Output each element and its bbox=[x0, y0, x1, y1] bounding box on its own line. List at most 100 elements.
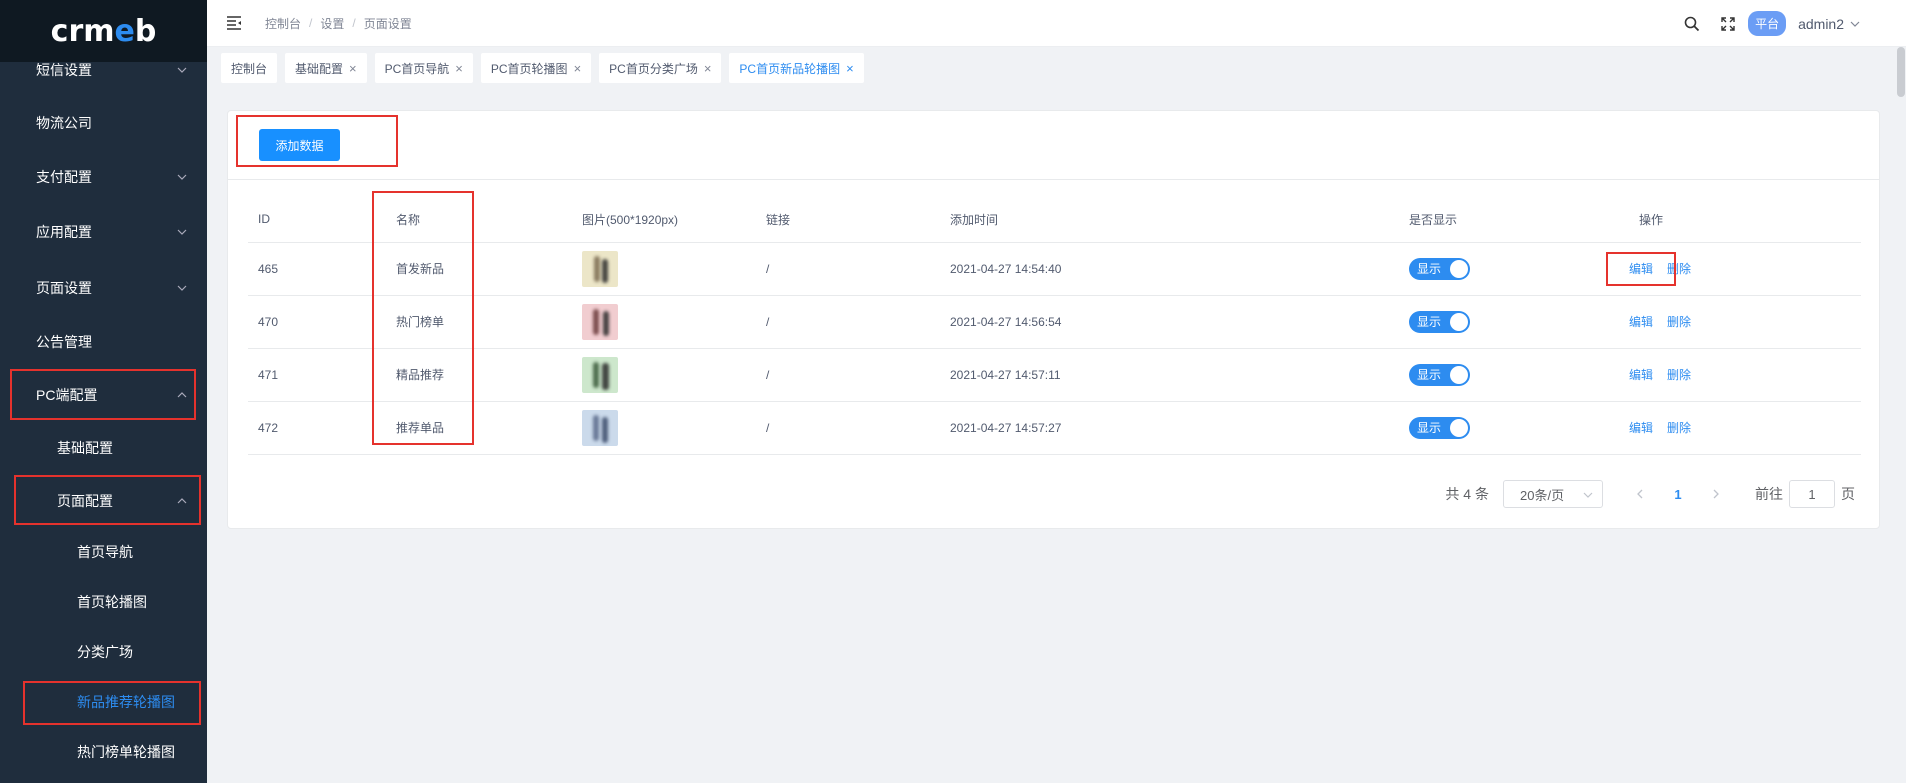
close-icon[interactable]: × bbox=[349, 61, 357, 76]
delete-link[interactable]: 删除 bbox=[1667, 315, 1691, 329]
cell-id: 465 bbox=[248, 242, 386, 296]
tab-pc-carousel[interactable]: PC首页轮播图 × bbox=[480, 53, 592, 83]
tab-pc-nav[interactable]: PC首页导航 × bbox=[374, 53, 473, 83]
sidebar-item-new-carousel[interactable]: 新品推荐轮播图 bbox=[0, 677, 207, 727]
search-icon[interactable] bbox=[1684, 16, 1700, 32]
sidebar-item-home-carousel[interactable]: 首页轮播图 bbox=[0, 577, 207, 627]
thumbnail-image[interactable] bbox=[582, 409, 618, 446]
chevron-down-icon bbox=[177, 172, 187, 182]
cell-image bbox=[572, 295, 756, 349]
sidebar-item-hot-carousel[interactable]: 热门榜单轮播图 bbox=[0, 727, 207, 777]
cell-actions: 编辑 删除 bbox=[1629, 242, 1861, 296]
column-header: 是否显示 bbox=[1399, 197, 1629, 243]
close-icon[interactable]: × bbox=[574, 61, 582, 76]
sidebar-item-label: 热门榜单轮播图 bbox=[77, 744, 175, 760]
thumbnail-image[interactable] bbox=[582, 303, 618, 340]
chevron-down-icon bbox=[1850, 21, 1860, 27]
sidebar-item-sms[interactable]: 短信设置 bbox=[0, 44, 207, 96]
tab-dashboard[interactable]: 控制台 bbox=[221, 53, 278, 83]
cell-name: 推荐单品 bbox=[386, 401, 572, 455]
data-table: ID 名称 图片(500*1920px) 链接 添加时间 是否显示 操作 465… bbox=[248, 197, 1861, 455]
add-data-button[interactable]: 添加数据 bbox=[259, 129, 340, 161]
breadcrumb: 控制台 / 设置 / 页面设置 bbox=[265, 15, 412, 32]
breadcrumb-separator: / bbox=[309, 16, 313, 30]
sidebar-item-notice[interactable]: 公告管理 bbox=[0, 315, 207, 368]
edit-link[interactable]: 编辑 bbox=[1629, 421, 1653, 435]
cell-link: / bbox=[756, 401, 940, 455]
table-row: 465 首发新品 / 2021-04-27 14:54:40 显示 编辑 删除 bbox=[248, 242, 1861, 296]
goto-prefix: 前往 bbox=[1755, 486, 1783, 502]
cell-link: / bbox=[756, 348, 940, 402]
close-icon[interactable]: × bbox=[704, 61, 712, 76]
delete-link[interactable]: 删除 bbox=[1667, 421, 1691, 435]
next-page-button[interactable] bbox=[1701, 486, 1731, 502]
content-card: 添加数据 ID 名称 图片(500*1920px) 链接 添加时间 是否显示 操… bbox=[227, 110, 1880, 529]
tabs-bar: 控制台 基础配置 × PC首页导航 × PC首页轮播图 × PC首页分类广场 × PC首… bbox=[207, 47, 1906, 89]
app-root: crmeb 短信设置 物流公司 支付配置 应用配置 页面设置 公告管理 PC端配… bbox=[0, 0, 1906, 783]
tab-pc-new-carousel[interactable]: PC首页新品轮播图 × bbox=[729, 53, 864, 83]
edit-link[interactable]: 编辑 bbox=[1629, 262, 1653, 276]
chevron-down-icon bbox=[1583, 492, 1593, 498]
toggle-knob bbox=[1450, 418, 1468, 437]
sidebar: crmeb 短信设置 物流公司 支付配置 应用配置 页面设置 公告管理 PC端配… bbox=[0, 0, 207, 783]
show-toggle[interactable]: 显示 bbox=[1409, 310, 1470, 333]
scrollbar-thumb[interactable] bbox=[1897, 47, 1905, 97]
delete-link[interactable]: 删除 bbox=[1667, 368, 1691, 382]
sidebar-item-category-square[interactable]: 分类广场 bbox=[0, 627, 207, 677]
menu-fold-icon[interactable] bbox=[225, 14, 243, 32]
sidebar-item-home-nav[interactable]: 首页导航 bbox=[0, 527, 207, 577]
sidebar-item-logistics[interactable]: 物流公司 bbox=[0, 96, 207, 149]
show-toggle[interactable]: 显示 bbox=[1409, 363, 1470, 386]
thumbnail-image[interactable] bbox=[582, 356, 618, 393]
sidebar-item-page-settings[interactable]: 页面设置 bbox=[0, 260, 207, 315]
cell-show: 显示 bbox=[1399, 348, 1629, 402]
goto-page-input[interactable] bbox=[1789, 480, 1835, 508]
chevron-up-icon bbox=[177, 390, 187, 400]
page-size-select[interactable]: 20条/页 bbox=[1503, 480, 1603, 508]
user-menu[interactable]: admin2 bbox=[1798, 16, 1860, 32]
sidebar-item-page-config[interactable]: 页面配置 bbox=[0, 474, 207, 527]
sidebar-item-payment[interactable]: 支付配置 bbox=[0, 149, 207, 204]
delete-link[interactable]: 删除 bbox=[1667, 262, 1691, 276]
cell-show: 显示 bbox=[1399, 242, 1629, 296]
chevron-left-icon bbox=[1637, 489, 1643, 499]
cell-actions: 编辑 删除 bbox=[1629, 401, 1861, 455]
breadcrumb-item[interactable]: 设置 bbox=[320, 15, 344, 32]
tab-pc-category[interactable]: PC首页分类广场 × bbox=[599, 53, 722, 83]
cell-id: 470 bbox=[248, 295, 386, 349]
sidebar-item-label: PC端配置 bbox=[36, 386, 98, 403]
platform-badge: 平台 bbox=[1748, 11, 1787, 36]
tab-label: PC首页分类广场 bbox=[609, 61, 698, 76]
sidebar-item-basic-config[interactable]: 基础配置 bbox=[0, 421, 207, 474]
prev-page-button[interactable] bbox=[1625, 486, 1655, 502]
edit-link[interactable]: 编辑 bbox=[1629, 315, 1653, 329]
tab-label: 控制台 bbox=[231, 61, 268, 76]
toggle-knob bbox=[1450, 312, 1468, 331]
sidebar-item-label: 支付配置 bbox=[36, 168, 92, 185]
sidebar-item-pc-config[interactable]: PC端配置 bbox=[0, 368, 207, 421]
table-header-row: ID 名称 图片(500*1920px) 链接 添加时间 是否显示 操作 bbox=[248, 197, 1861, 243]
page-number[interactable]: 1 bbox=[1655, 487, 1701, 502]
edit-link[interactable]: 编辑 bbox=[1629, 368, 1653, 382]
show-toggle[interactable]: 显示 bbox=[1409, 416, 1470, 439]
cell-link: / bbox=[756, 295, 940, 349]
breadcrumb-item[interactable]: 控制台 bbox=[265, 15, 301, 32]
tab-basic-config[interactable]: 基础配置 × bbox=[285, 53, 367, 83]
cell-actions: 编辑 删除 bbox=[1629, 295, 1861, 349]
column-header: 操作 bbox=[1629, 197, 1861, 243]
fullscreen-icon[interactable] bbox=[1720, 16, 1736, 32]
toggle-label: 显示 bbox=[1417, 421, 1442, 435]
column-header: 名称 bbox=[386, 197, 572, 243]
cell-name: 精品推荐 bbox=[386, 348, 572, 402]
close-icon[interactable]: × bbox=[846, 61, 854, 76]
scrollbar-track[interactable] bbox=[1896, 47, 1906, 783]
sidebar-menu: 短信设置 物流公司 支付配置 应用配置 页面设置 公告管理 PC端配置 基础配置… bbox=[0, 44, 207, 777]
cell-time: 2021-04-27 14:56:54 bbox=[940, 295, 1399, 349]
sidebar-item-label: 分类广场 bbox=[77, 644, 133, 660]
sidebar-item-label: 基础配置 bbox=[57, 439, 113, 456]
sidebar-item-app-config[interactable]: 应用配置 bbox=[0, 204, 207, 260]
thumbnail-image[interactable] bbox=[582, 250, 618, 287]
cell-actions: 编辑 删除 bbox=[1629, 348, 1861, 402]
close-icon[interactable]: × bbox=[455, 61, 463, 76]
show-toggle[interactable]: 显示 bbox=[1409, 257, 1470, 280]
